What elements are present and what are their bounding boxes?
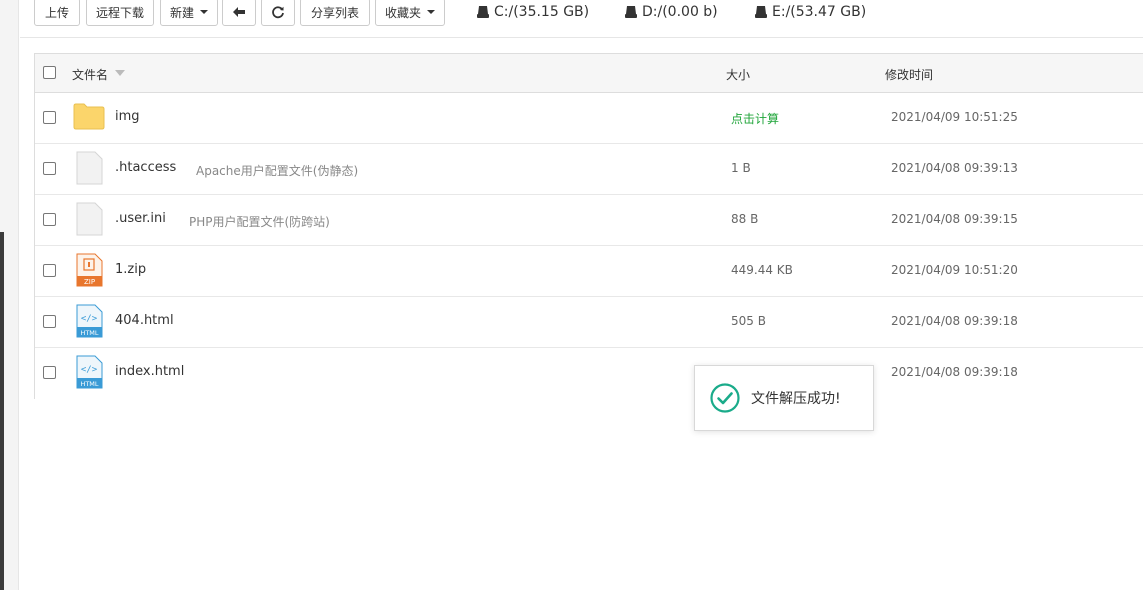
left-sidebar-edge: [0, 0, 19, 590]
table-row[interactable]: </> HTML 404.html 505 B 2021/04/08 09:39…: [35, 297, 1143, 348]
modified-time: 2021/04/08 09:39:15: [891, 212, 1018, 226]
table-header: 文件名 大小 修改时间: [35, 54, 1143, 93]
header-size[interactable]: 大小: [726, 66, 750, 83]
disk-e-label: E:/(53.47 GB): [772, 4, 867, 20]
file-name[interactable]: index.html: [115, 364, 184, 379]
modified-time: 2021/04/08 09:39:18: [891, 365, 1018, 379]
sort-down-icon[interactable]: [115, 70, 125, 76]
share-list-button-label: 分享列表: [310, 5, 359, 20]
file-size: 449.44 KB: [731, 263, 793, 277]
file-size: 88 B: [731, 212, 759, 226]
file-name[interactable]: 1.zip: [115, 262, 146, 277]
file-icon[interactable]: [75, 151, 103, 185]
upload-button-label: 上传: [44, 5, 69, 20]
header-filename[interactable]: 文件名: [72, 66, 108, 83]
row-checkbox[interactable]: [43, 264, 56, 277]
new-button-label: 新建: [169, 5, 194, 20]
left-sidebar-dark-strip: [0, 232, 4, 590]
file-toolbar: 上传 远程下载 新建 分享列表 收藏夹 C:/(35.15 GB) D:/(0.…: [20, 0, 1143, 38]
html-file-icon[interactable]: </> HTML: [75, 355, 103, 389]
zip-file-icon[interactable]: ZIP: [75, 253, 103, 287]
row-checkbox[interactable]: [43, 162, 56, 175]
table-row[interactable]: img 点击计算 2021/04/09 10:51:25: [35, 93, 1143, 144]
file-name[interactable]: img: [115, 109, 140, 124]
folder-icon[interactable]: [73, 102, 105, 130]
arrow-left-icon: [233, 7, 245, 17]
refresh-button[interactable]: [261, 0, 295, 26]
svg-text:</>: </>: [81, 314, 98, 324]
disk-e-button[interactable]: E:/(53.47 GB): [754, 2, 866, 22]
remote-download-button[interactable]: 远程下载: [86, 0, 154, 26]
refresh-icon: [272, 6, 284, 19]
zip-label: ZIP: [84, 278, 95, 286]
file-name[interactable]: .user.ini: [115, 211, 166, 226]
modified-time: 2021/04/08 09:39:13: [891, 161, 1018, 175]
upload-button[interactable]: 上传: [34, 0, 80, 26]
hard-drive-icon: [625, 6, 637, 18]
share-list-button[interactable]: 分享列表: [300, 0, 370, 26]
table-row[interactable]: </> HTML index.html 2021/04/08 09:39:18: [35, 348, 1143, 399]
file-size: 1 B: [731, 161, 751, 175]
disk-d-button[interactable]: D:/(0.00 b): [624, 2, 718, 22]
disk-c-button[interactable]: C:/(35.15 GB): [476, 2, 589, 22]
file-icon[interactable]: [75, 202, 103, 236]
success-toast: 文件解压成功!: [694, 365, 874, 431]
file-description: PHP用户配置文件(防跨站): [189, 215, 330, 229]
back-button[interactable]: [222, 0, 256, 26]
row-checkbox[interactable]: [43, 315, 56, 328]
favorites-button-label: 收藏夹: [384, 5, 421, 20]
select-all-checkbox[interactable]: [43, 66, 56, 79]
favorites-button[interactable]: 收藏夹: [375, 0, 445, 26]
html-label: HTML: [80, 329, 98, 337]
hard-drive-icon: [755, 6, 767, 18]
table-row[interactable]: .user.ini PHP用户配置文件(防跨站) 88 B 2021/04/08…: [35, 195, 1143, 246]
new-button[interactable]: 新建: [160, 0, 218, 26]
row-checkbox[interactable]: [43, 213, 56, 226]
toast-message: 文件解压成功!: [751, 391, 841, 407]
chevron-down-icon: [427, 10, 435, 14]
modified-time: 2021/04/08 09:39:18: [891, 314, 1018, 328]
check-circle-icon: [710, 383, 740, 413]
file-name[interactable]: .htaccess: [115, 160, 176, 175]
modified-time: 2021/04/09 10:51:25: [891, 110, 1018, 124]
html-file-icon[interactable]: </> HTML: [75, 304, 103, 338]
hard-drive-icon: [477, 6, 489, 18]
svg-text:</>: </>: [81, 365, 98, 375]
modified-time: 2021/04/09 10:51:20: [891, 263, 1018, 277]
file-name[interactable]: 404.html: [115, 313, 174, 328]
header-modified[interactable]: 修改时间: [885, 66, 933, 83]
remote-download-button-label: 远程下载: [95, 5, 144, 20]
file-size: 505 B: [731, 314, 766, 328]
file-table: 文件名 大小 修改时间 img 点击计算 2021/04/09 10:51:25…: [34, 53, 1143, 399]
file-description: Apache用户配置文件(伪静态): [196, 164, 359, 178]
row-checkbox[interactable]: [43, 111, 56, 124]
table-row[interactable]: .htaccess Apache用户配置文件(伪静态) 1 B 2021/04/…: [35, 144, 1143, 195]
chevron-down-icon: [200, 10, 208, 14]
row-checkbox[interactable]: [43, 366, 56, 379]
html-label: HTML: [80, 380, 98, 388]
disk-c-label: C:/(35.15 GB): [494, 4, 590, 20]
disk-d-label: D:/(0.00 b): [642, 4, 718, 20]
calculate-size-link[interactable]: 点击计算: [731, 110, 779, 127]
table-row[interactable]: ZIP 1.zip 449.44 KB 2021/04/09 10:51:20: [35, 246, 1143, 297]
